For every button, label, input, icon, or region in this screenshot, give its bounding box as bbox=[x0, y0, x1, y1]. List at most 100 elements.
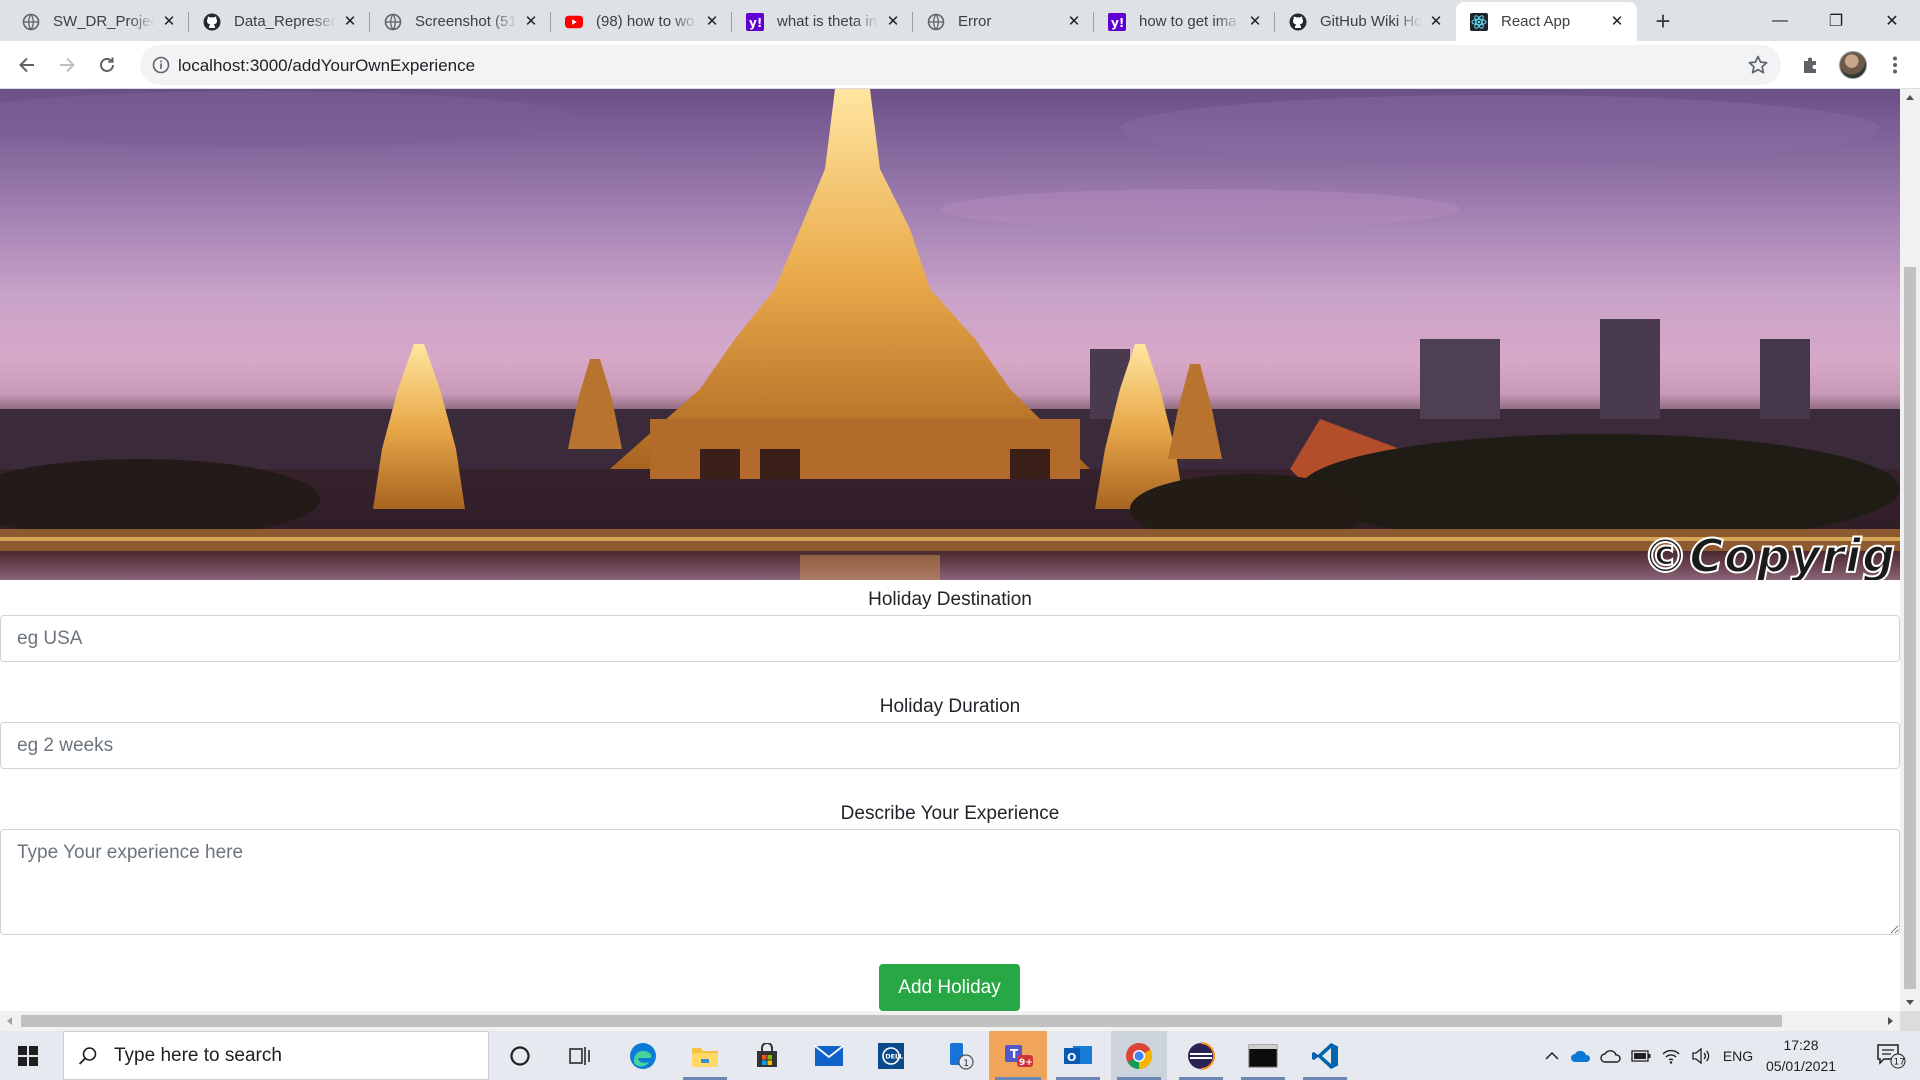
windows-taskbar: Type here to search DELL 1 T 9+ O ENG 17… bbox=[0, 1031, 1920, 1080]
horizontal-scroll-thumb[interactable] bbox=[21, 1015, 1782, 1027]
file-explorer-button[interactable] bbox=[677, 1031, 733, 1080]
close-icon[interactable]: ✕ bbox=[885, 13, 901, 30]
tab-title: Data_Represen bbox=[234, 13, 336, 30]
close-window-button[interactable]: ✕ bbox=[1864, 0, 1920, 41]
experience-textarea[interactable] bbox=[0, 829, 1900, 935]
arrow-right-icon bbox=[60, 57, 75, 73]
speaker-icon bbox=[1692, 1047, 1710, 1064]
wifi-icon bbox=[1662, 1049, 1680, 1064]
windows-logo-icon bbox=[18, 1045, 38, 1066]
duration-input[interactable] bbox=[0, 722, 1900, 769]
close-icon[interactable]: ✕ bbox=[704, 13, 720, 30]
edge-button[interactable] bbox=[615, 1031, 671, 1080]
scroll-left-icon[interactable] bbox=[7, 1017, 12, 1025]
show-hidden-icons-button[interactable] bbox=[1540, 1031, 1564, 1080]
close-icon[interactable]: ✕ bbox=[161, 13, 177, 30]
profile-button[interactable] bbox=[1835, 47, 1871, 83]
forward-button[interactable] bbox=[49, 47, 85, 83]
experience-label: Describe Your Experience bbox=[840, 803, 1060, 824]
reload-button[interactable] bbox=[89, 47, 125, 83]
vscode-icon bbox=[1312, 1042, 1338, 1069]
close-icon[interactable]: ✕ bbox=[342, 13, 358, 30]
youtube-icon bbox=[565, 13, 583, 31]
destination-input[interactable] bbox=[0, 615, 1900, 662]
close-icon[interactable]: ✕ bbox=[1247, 13, 1263, 30]
maximize-button[interactable]: ❐ bbox=[1808, 0, 1864, 41]
teams-button[interactable]: T 9+ bbox=[989, 1031, 1047, 1080]
info-icon[interactable] bbox=[152, 56, 170, 74]
outlook-button[interactable]: O bbox=[1050, 1031, 1106, 1080]
extensions-button[interactable] bbox=[1793, 47, 1829, 83]
window-controls: — ❐ ✕ bbox=[1752, 0, 1920, 41]
scroll-down-icon[interactable] bbox=[1906, 1000, 1914, 1005]
close-icon[interactable]: ✕ bbox=[523, 13, 539, 30]
reload-icon bbox=[100, 57, 114, 72]
terminal-button[interactable] bbox=[1235, 1031, 1291, 1080]
vscode-button[interactable] bbox=[1297, 1031, 1353, 1080]
close-icon[interactable]: ✕ bbox=[1066, 13, 1082, 30]
menu-button[interactable] bbox=[1877, 47, 1913, 83]
mail-button[interactable] bbox=[801, 1031, 857, 1080]
eclipse-button[interactable] bbox=[1173, 1031, 1229, 1080]
new-tab-button[interactable]: + bbox=[1643, 2, 1683, 41]
svg-text:DELL: DELL bbox=[885, 1052, 903, 1060]
tab-yahoo-image[interactable]: y! how to get ima ✕ bbox=[1094, 2, 1275, 41]
chevron-up-icon bbox=[1545, 1051, 1559, 1060]
scroll-right-icon[interactable] bbox=[1888, 1017, 1893, 1025]
tab-title: what is theta in bbox=[777, 13, 878, 30]
network-button[interactable] bbox=[1658, 1031, 1684, 1080]
react-icon bbox=[1470, 12, 1488, 31]
close-icon[interactable]: ✕ bbox=[1428, 13, 1444, 30]
cortana-button[interactable] bbox=[492, 1031, 548, 1080]
tab-yahoo-theta[interactable]: y! what is theta in ✕ bbox=[732, 2, 913, 41]
phone-button[interactable]: 1 bbox=[933, 1031, 989, 1080]
language-indicator[interactable]: ENG bbox=[1718, 1031, 1758, 1080]
vertical-scroll-thumb[interactable] bbox=[1904, 267, 1916, 989]
volume-button[interactable] bbox=[1688, 1031, 1714, 1080]
action-center-button[interactable]: 17 bbox=[1862, 1031, 1920, 1080]
svg-text:O: O bbox=[1067, 1051, 1076, 1064]
puzzle-icon bbox=[1804, 57, 1816, 73]
horizontal-scrollbar[interactable] bbox=[0, 1011, 1900, 1031]
battery-button[interactable] bbox=[1628, 1031, 1654, 1080]
dell-button[interactable]: DELL bbox=[863, 1031, 919, 1080]
tab-react-app[interactable]: React App ✕ bbox=[1456, 2, 1637, 41]
file-explorer-icon bbox=[692, 1047, 718, 1067]
tab-data-representation[interactable]: Data_Represen ✕ bbox=[189, 2, 370, 41]
tab-youtube[interactable]: (98) how to wo ✕ bbox=[551, 2, 732, 41]
task-view-button[interactable] bbox=[552, 1031, 608, 1080]
onedrive-button[interactable] bbox=[1568, 1031, 1594, 1080]
system-clock[interactable]: 17:28 05/01/2021 bbox=[1760, 1035, 1842, 1077]
start-button[interactable] bbox=[0, 1031, 56, 1080]
address-bar[interactable]: localhost:3000/addYourOwnExperience bbox=[140, 45, 1781, 85]
svg-text:9+: 9+ bbox=[1019, 1058, 1033, 1068]
scroll-up-icon[interactable] bbox=[1906, 95, 1914, 100]
tab-screenshot[interactable]: Screenshot (51 ✕ bbox=[370, 2, 551, 41]
yahoo-icon: y! bbox=[746, 12, 764, 31]
store-button[interactable] bbox=[739, 1031, 795, 1080]
tab-github-wiki[interactable]: GitHub Wiki Ho ✕ bbox=[1275, 2, 1456, 41]
url-text[interactable]: localhost:3000/addYourOwnExperience bbox=[178, 56, 475, 76]
svg-text:1: 1 bbox=[963, 1059, 969, 1069]
temple-illustration bbox=[0, 89, 1900, 580]
tab-sw-dr-project[interactable]: SW_DR_Project ✕ bbox=[8, 2, 189, 41]
add-holiday-button[interactable]: Add Holiday bbox=[879, 964, 1020, 1011]
close-icon[interactable]: ✕ bbox=[1609, 13, 1625, 30]
tab-list: SW_DR_Project ✕ Data_Represen ✕ Screensh… bbox=[8, 2, 1683, 41]
cortana-icon bbox=[510, 1045, 530, 1066]
dell-icon: DELL bbox=[878, 1042, 904, 1069]
vertical-scrollbar[interactable] bbox=[1900, 89, 1920, 1011]
onedrive-icon bbox=[1571, 1050, 1591, 1062]
tab-error[interactable]: Error ✕ bbox=[913, 2, 1094, 41]
avatar bbox=[1839, 51, 1867, 79]
edge-icon bbox=[630, 1042, 656, 1069]
onedrive-personal-button[interactable] bbox=[1598, 1031, 1624, 1080]
minimize-button[interactable]: — bbox=[1752, 0, 1808, 41]
globe-icon bbox=[927, 13, 945, 31]
taskbar-search-box[interactable]: Type here to search bbox=[63, 1031, 489, 1080]
chrome-button[interactable] bbox=[1111, 1031, 1167, 1080]
bookmark-star-icon[interactable] bbox=[1747, 54, 1769, 76]
tab-title: how to get ima bbox=[1139, 13, 1237, 30]
back-button[interactable] bbox=[9, 47, 45, 83]
search-icon bbox=[78, 1046, 97, 1065]
